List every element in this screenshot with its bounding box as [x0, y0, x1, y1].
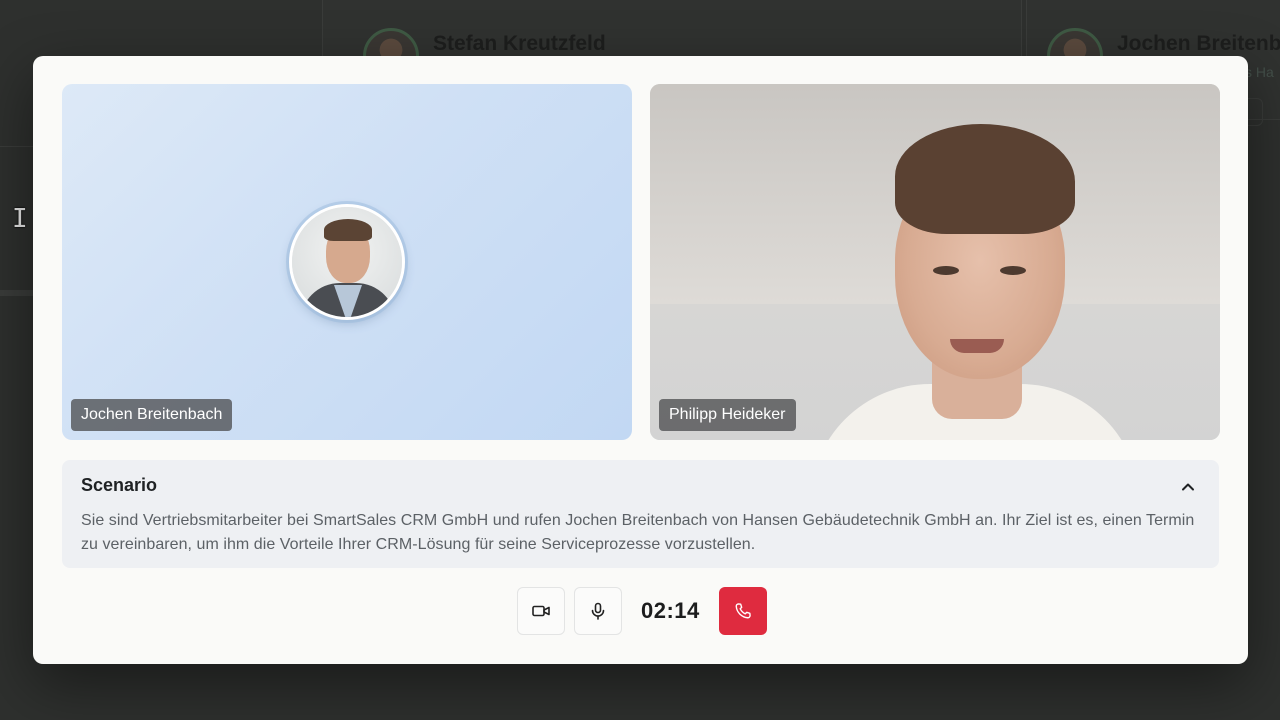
participant-tile-philipp: Philipp Heideker — [650, 84, 1220, 440]
call-timer: 02:14 — [641, 598, 700, 623]
chevron-up-icon — [1182, 483, 1194, 491]
contact-company: s Ha — [1245, 64, 1274, 80]
participant-name-label: Jochen Breitenbach — [71, 399, 233, 431]
scenario-description: Sie sind Vertriebsmitarbeiter bei SmartS… — [81, 512, 1195, 553]
phone-icon — [735, 603, 751, 619]
call-controls: 02:14 — [517, 587, 767, 635]
participant-name-label: Philipp Heideker — [659, 399, 796, 431]
end-call-button[interactable] — [718, 587, 767, 635]
collapse-scenario-button[interactable] — [1175, 474, 1201, 500]
contact-name: Stefan Kreutzfeld — [433, 32, 606, 55]
scenario-title: Scenario — [81, 475, 158, 495]
participant-tile-jochen: Jochen Breitenbach — [62, 84, 632, 440]
text-cursor-icon: I — [12, 204, 28, 234]
contact-name: Jochen Breitenb — [1117, 32, 1280, 55]
toggle-microphone-button[interactable] — [574, 587, 622, 635]
avatar — [289, 204, 405, 320]
toggle-camera-button[interactable] — [517, 587, 565, 635]
call-modal: Jochen Breitenbach Philipp Heideker Scen… — [33, 56, 1248, 664]
microphone-icon — [591, 602, 605, 620]
scenario-panel: Scenario Sie sind Vertriebsmitarbeiter b… — [62, 460, 1219, 568]
video-camera-icon — [532, 605, 550, 617]
